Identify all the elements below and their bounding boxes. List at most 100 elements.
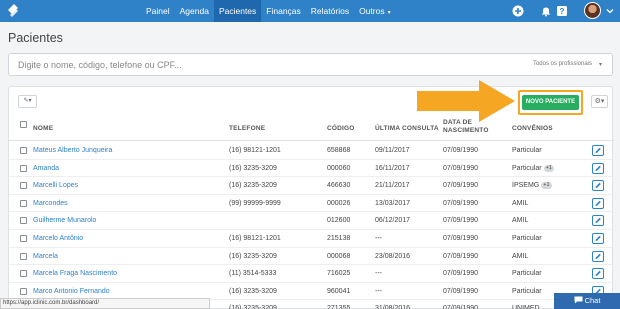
edit-patient-button[interactable] (592, 268, 604, 280)
nav-item-label: Finanças (266, 6, 301, 16)
row-checkbox[interactable] (20, 252, 27, 260)
row-checkbox[interactable] (20, 199, 27, 207)
insurance-label: AMIL (512, 252, 529, 260)
status-url: https://app.iclinic.com.br/dashboard/ (0, 298, 210, 309)
settings-button[interactable]: ⚙▾ (591, 95, 608, 108)
table-row[interactable]: Marcelo Antônio (16) 98121-1201 215138 --- 0… (9, 230, 614, 248)
edit-patient-button[interactable] (592, 162, 604, 174)
insurance-cell: Particular +1 (512, 164, 554, 172)
last-visit-cell: --- (375, 270, 382, 278)
table-header: NOME TELEFONE CÓDIGO ÚLTIMA CONSULTA DAT… (9, 117, 614, 141)
table-row[interactable]: Marcela Fraga Nascimento (11) 3514-5333 71… (9, 265, 614, 283)
patient-name-link[interactable]: Marcela (33, 253, 58, 260)
insurance-cell: AMIL (512, 253, 528, 260)
nav-item-painel[interactable]: Painel (141, 0, 175, 22)
code-cell: 960041 (327, 287, 351, 295)
bell-icon[interactable] (540, 5, 552, 17)
chat-button[interactable]: Chat (554, 293, 620, 309)
row-checkbox[interactable] (20, 235, 27, 242)
last-visit-cell: 09/11/2017 (375, 147, 410, 154)
chevron-down-icon: ▾ (598, 62, 602, 68)
pencil-icon (595, 165, 601, 171)
insurance-label: Particular (512, 270, 542, 278)
nav-item-relatorios[interactable]: Relatórios (306, 0, 354, 22)
add-icon[interactable] (512, 5, 524, 17)
column-header-last-visit[interactable]: ÚLTIMA CONSULTA (375, 125, 439, 133)
code-cell: 215138 (327, 235, 351, 242)
edit-patient-button[interactable] (592, 180, 604, 192)
table-row[interactable]: Guilherme Munarolo 012600 06/12/2017 07/09/… (9, 212, 614, 230)
row-checkbox[interactable] (20, 287, 27, 295)
patient-name-link[interactable]: Marco Antonio Fernando (33, 288, 110, 295)
table-row[interactable]: Marcela (16) 3235-3209 000068 23/08/2016 07/… (9, 248, 614, 266)
last-visit-cell: --- (375, 287, 382, 295)
patient-name-link[interactable]: Amanda (33, 165, 59, 172)
patient-name-link[interactable]: Mateus Alberto Junqueira (33, 147, 112, 154)
nav-item-outros[interactable]: Outros ▾ (354, 0, 396, 22)
insurance-label: Particular (512, 235, 542, 242)
column-header-phone[interactable]: TELEFONE (229, 125, 265, 133)
insurance-cell: Particular (512, 288, 542, 295)
dob-cell: 07/09/1990 (443, 217, 479, 225)
row-checkbox[interactable] (20, 164, 27, 172)
table-row[interactable]: Amanda (16) 3235-3209 000060 16/11/2017 07/0… (9, 160, 614, 178)
edit-patient-button[interactable] (592, 197, 604, 209)
last-visit-cell: 21/11/2017 (375, 182, 410, 190)
main-nav: Painel Agenda Pacientes Finanças Relatór… (141, 0, 396, 22)
patient-name-link[interactable]: Marcelli Lopes (33, 182, 78, 189)
nav-item-label: Outros (359, 6, 385, 16)
code-cell: 271355 (327, 305, 351, 309)
pencil-icon (595, 235, 601, 241)
search-input[interactable] (18, 56, 498, 74)
edit-patient-button[interactable] (592, 145, 604, 156)
nav-item-pacientes[interactable]: Pacientes (213, 0, 262, 22)
insurance-label: AMIL (512, 217, 529, 225)
phone-cell: (16) 3235-3209 (229, 305, 277, 309)
chevron-down-icon[interactable] (606, 7, 614, 15)
last-visit-cell: 23/08/2016 (375, 252, 411, 260)
table-row[interactable]: Mateus Alberto Junqueira (16) 98121-1201 6… (9, 142, 614, 160)
user-avatar[interactable] (584, 2, 601, 19)
pencil-icon (595, 182, 601, 189)
insurance-label: Particular (512, 164, 542, 172)
bulk-edit-button[interactable]: ✎▾ (18, 95, 37, 108)
edit-patient-button[interactable] (592, 233, 604, 244)
code-cell: 000026 (327, 199, 351, 207)
help-icon[interactable]: ? (556, 5, 568, 17)
patient-name-link[interactable]: Guilherme Munarolo (33, 217, 96, 224)
column-header-code[interactable]: CÓDIGO (327, 125, 355, 133)
pencil-icon (595, 147, 601, 153)
code-cell: 658868 (327, 147, 351, 154)
phone-cell: (99) 99999-9999 (229, 199, 281, 207)
phone-cell: (16) 98121-1201 (229, 147, 281, 154)
new-patient-button[interactable]: NOVO PACIENTE (522, 95, 579, 110)
patient-name-link[interactable]: Marcelo Antônio (33, 235, 83, 242)
nav-item-label: Relatórios (310, 6, 350, 16)
edit-patient-button[interactable] (592, 215, 604, 227)
nav-item-financas[interactable]: Finanças (261, 0, 306, 22)
row-checkbox[interactable] (20, 182, 27, 190)
pencil-icon (595, 218, 601, 224)
last-visit-cell: 13/03/2017 (375, 199, 411, 207)
nav-item-agenda[interactable]: Agenda (175, 0, 214, 22)
row-checkbox[interactable] (20, 270, 27, 278)
patient-name-link[interactable]: Marcela Fraga Nascimento (33, 270, 117, 277)
row-checkbox[interactable] (20, 217, 27, 225)
column-header-name[interactable]: NOME (33, 125, 53, 133)
row-checkbox[interactable] (20, 147, 27, 154)
patient-name-link[interactable]: Marcondes (33, 200, 68, 207)
iclinic-logo-icon[interactable] (5, 3, 21, 19)
insurance-label: IPSEMG (512, 182, 540, 190)
patients-panel: ✎▾ NOVO PACIENTE ⚙▾ NOME TELEFONE CÓDIGO… (8, 86, 614, 309)
chat-icon (574, 296, 583, 304)
column-header-insurance[interactable]: CONVÊNIOS (512, 125, 553, 133)
professional-filter[interactable]: Todos os profissionais (533, 61, 592, 67)
dob-cell: 07/09/1990 (443, 182, 479, 190)
insurance-cell: Particular (512, 235, 542, 242)
table-row[interactable]: Marcondes (99) 99999-9999 000026 13/03/2017… (9, 195, 614, 213)
code-cell: 716025 (327, 270, 351, 278)
select-all-checkbox[interactable] (20, 121, 27, 128)
nav-item-label: Painel (146, 6, 170, 16)
edit-patient-button[interactable] (592, 250, 604, 262)
table-row[interactable]: Marcelli Lopes (16) 3235-3209 466630 21/11/… (9, 177, 614, 195)
